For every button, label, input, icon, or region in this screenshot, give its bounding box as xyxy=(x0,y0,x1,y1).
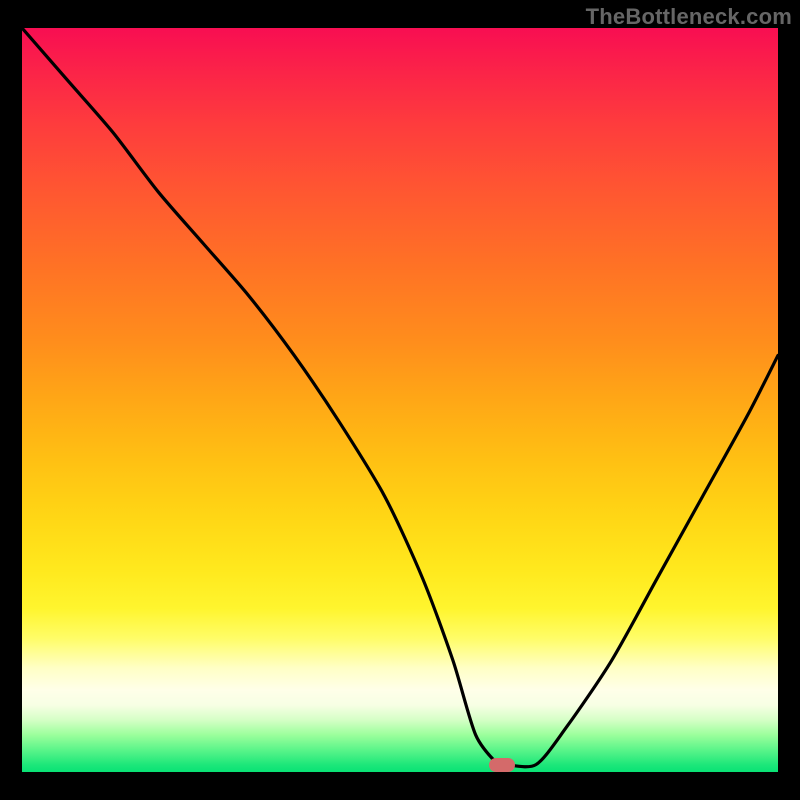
plot-area xyxy=(22,28,778,772)
bottleneck-curve xyxy=(22,28,778,772)
bottleneck-marker xyxy=(489,758,515,772)
chart-frame: TheBottleneck.com xyxy=(0,0,800,800)
watermark: TheBottleneck.com xyxy=(586,4,792,30)
